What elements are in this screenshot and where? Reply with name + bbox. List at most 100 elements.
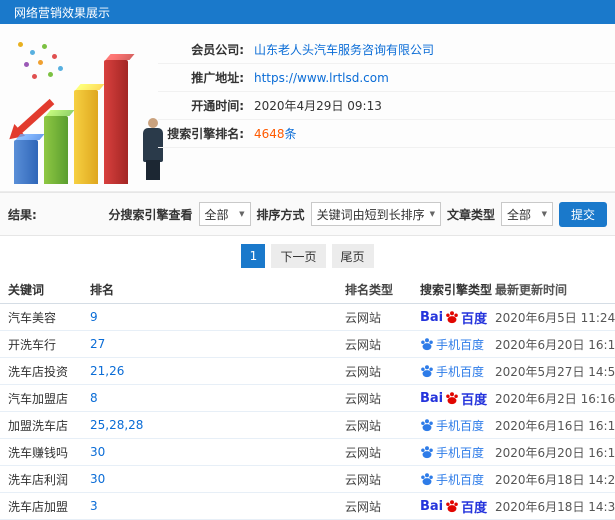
baidu-paw-icon bbox=[421, 338, 433, 351]
info-field-row: 会员公司: 山东老人头汽车服务咨询有限公司 bbox=[158, 36, 615, 64]
submit-button[interactable]: 提交 bbox=[558, 201, 607, 227]
rank-link[interactable]: 3 bbox=[90, 499, 345, 513]
sort-select-value: 关键词由短到长排序 bbox=[316, 207, 425, 222]
table-row: 洗车店加盟 3 云网站 Bai 百度 2020年6月18日 14:30 bbox=[0, 493, 615, 520]
info-field-label: 开通时间: bbox=[191, 99, 244, 113]
info-field-row: 开通时间: 2020年4月29日 09:13 bbox=[158, 92, 615, 120]
engine-select[interactable]: 全部 ▼ bbox=[198, 202, 251, 226]
bar-blue bbox=[14, 140, 38, 184]
engine-cell: 手机百度 bbox=[420, 444, 495, 461]
ranking-count-unit: 条 bbox=[284, 127, 297, 141]
rank-link[interactable]: 30 bbox=[90, 445, 345, 459]
engine-cell: Bai 百度 bbox=[420, 308, 495, 327]
update-time-cell: 2020年6月18日 14:30 bbox=[495, 499, 615, 514]
table-row: 开洗车行 27 云网站 手机百度 2020年6月20日 16:16 bbox=[0, 331, 615, 358]
rank-type-cell: 云网站 bbox=[345, 472, 382, 487]
page-title: 网络营销效果展示 bbox=[14, 5, 111, 20]
baidu-logo-text: Bai bbox=[420, 498, 444, 514]
table-row: 汽车美容 9 云网站 Bai 百度 2020年6月5日 11:24 bbox=[0, 304, 615, 331]
pagination: 1 下一页 尾页 bbox=[0, 236, 615, 276]
rank-type-cell: 云网站 bbox=[345, 499, 382, 514]
update-time-cell: 2020年5月27日 14:58 bbox=[495, 364, 615, 379]
title-bar: 网络营销效果展示 bbox=[0, 0, 615, 24]
chevron-down-icon: ▼ bbox=[541, 210, 547, 218]
sort-select[interactable]: 关键词由短到长排序 ▼ bbox=[310, 202, 441, 226]
keyword-cell: 开洗车行 bbox=[8, 337, 57, 352]
keyword-cell: 加盟洗车店 bbox=[8, 418, 69, 433]
info-field-value: https://www.lrtlsd.com bbox=[254, 71, 389, 85]
article-type-select[interactable]: 全部 ▼ bbox=[500, 202, 553, 226]
baidu-paw-icon bbox=[446, 500, 458, 513]
mobile-baidu-label: 手机百度 bbox=[436, 472, 485, 487]
rank-link[interactable]: 27 bbox=[90, 337, 345, 351]
info-field-label: 会员公司: bbox=[191, 43, 244, 57]
engine-cell: 手机百度 bbox=[420, 471, 495, 488]
ranking-count: 4648 bbox=[254, 127, 285, 141]
confetti-dots bbox=[18, 42, 23, 47]
table-row: 洗车店投资 21,26 云网站 手机百度 2020年5月27日 14:58 bbox=[0, 358, 615, 385]
rank-type-cell: 云网站 bbox=[345, 391, 382, 406]
info-field-link[interactable]: 山东老人头汽车服务咨询有限公司 bbox=[254, 43, 434, 57]
mobile-baidu-label: 手机百度 bbox=[436, 364, 485, 379]
company-info-fields: 会员公司: 山东老人头汽车服务咨询有限公司 推广地址: https://www.lrt… bbox=[158, 36, 615, 148]
info-field-value: 2020年4月29日 09:13 bbox=[254, 99, 382, 113]
last-page-button[interactable]: 尾页 bbox=[331, 244, 374, 268]
keyword-cell: 洗车店利润 bbox=[8, 472, 69, 487]
page-1-button[interactable]: 1 bbox=[241, 244, 266, 268]
baidu-logo-text: Bai bbox=[420, 390, 444, 406]
article-type-select-value: 全部 bbox=[506, 207, 531, 222]
header-update-time: 最新更新时间 bbox=[495, 283, 568, 297]
mobile-baidu-label: 手机百度 bbox=[436, 445, 485, 460]
table-row: 加盟洗车店 25,28,28 云网站 手机百度 2020年6月16日 16:11 bbox=[0, 412, 615, 439]
engine-cell: Bai 百度 bbox=[420, 497, 495, 516]
bar-yellow bbox=[74, 90, 98, 184]
update-time-cell: 2020年6月2日 16:16 bbox=[495, 391, 615, 406]
article-type-label: 文章类型 bbox=[446, 207, 495, 222]
info-field-value: 山东老人头汽车服务咨询有限公司 bbox=[254, 41, 434, 58]
table-row: 洗车赚钱吗 30 云网站 手机百度 2020年6月20日 16:13 bbox=[0, 439, 615, 466]
baidu-logo-text: 百度 bbox=[461, 311, 488, 327]
baidu-paw-icon bbox=[421, 446, 433, 459]
info-field-row: 推广地址: https://www.lrtlsd.com bbox=[158, 64, 615, 92]
engine-cell: 手机百度 bbox=[420, 363, 495, 380]
engine-filter-label: 分搜索引擎查看 bbox=[108, 207, 193, 222]
next-page-button[interactable]: 下一页 bbox=[271, 244, 326, 268]
update-time-cell: 2020年6月5日 11:24 bbox=[495, 310, 615, 325]
engine-cell: 手机百度 bbox=[420, 417, 495, 434]
rank-link[interactable]: 21,26 bbox=[90, 364, 345, 378]
sort-filter-label: 排序方式 bbox=[256, 207, 305, 222]
result-label: 结果: bbox=[8, 207, 37, 222]
rank-type-cell: 云网站 bbox=[345, 364, 382, 379]
baidu-paw-icon bbox=[421, 419, 433, 432]
baidu-logo-text: 百度 bbox=[461, 500, 488, 516]
keyword-cell: 洗车赚钱吗 bbox=[8, 445, 69, 460]
header-engine-type: 搜索引擎类型 bbox=[420, 283, 493, 297]
figure-head bbox=[148, 118, 158, 128]
rank-type-cell: 云网站 bbox=[345, 445, 382, 460]
rank-link[interactable]: 9 bbox=[90, 310, 345, 324]
baidu-logo-text: 百度 bbox=[461, 392, 488, 408]
rank-type-cell: 云网站 bbox=[345, 418, 382, 433]
rank-link[interactable]: 30 bbox=[90, 472, 345, 486]
engine-select-value: 全部 bbox=[204, 207, 229, 222]
baidu-paw-icon bbox=[446, 392, 458, 405]
keyword-cell: 汽车加盟店 bbox=[8, 391, 69, 406]
info-field-label: 推广地址: bbox=[191, 71, 244, 85]
bar-chart-illustration bbox=[8, 34, 180, 184]
table-body: 汽车美容 9 云网站 Bai 百度 2020年6月5日 11:24 开洗车行 27 云网站 手机百… bbox=[0, 304, 615, 520]
header-rank: 排名 bbox=[90, 283, 115, 297]
rank-type-cell: 云网站 bbox=[345, 310, 382, 325]
update-time-cell: 2020年6月16日 16:11 bbox=[495, 418, 615, 433]
keyword-cell: 汽车美容 bbox=[8, 310, 57, 325]
info-field-link[interactable]: https://www.lrtlsd.com bbox=[254, 71, 389, 85]
table-row: 汽车加盟店 8 云网站 Bai 百度 2020年6月2日 16:16 bbox=[0, 385, 615, 412]
baidu-paw-icon bbox=[446, 311, 458, 324]
chevron-down-icon: ▼ bbox=[239, 210, 245, 218]
baidu-paw-icon bbox=[421, 473, 433, 486]
keyword-cell: 洗车店加盟 bbox=[8, 499, 69, 514]
rank-link[interactable]: 25,28,28 bbox=[90, 418, 345, 432]
engine-cell: 手机百度 bbox=[420, 336, 495, 353]
rank-link[interactable]: 8 bbox=[90, 391, 345, 405]
info-field-value: 4648条 bbox=[254, 125, 297, 142]
filter-controls: 分搜索引擎查看 全部 ▼ 排序方式 关键词由短到长排序 ▼ 文章类型 全部 ▼ … bbox=[108, 201, 607, 227]
